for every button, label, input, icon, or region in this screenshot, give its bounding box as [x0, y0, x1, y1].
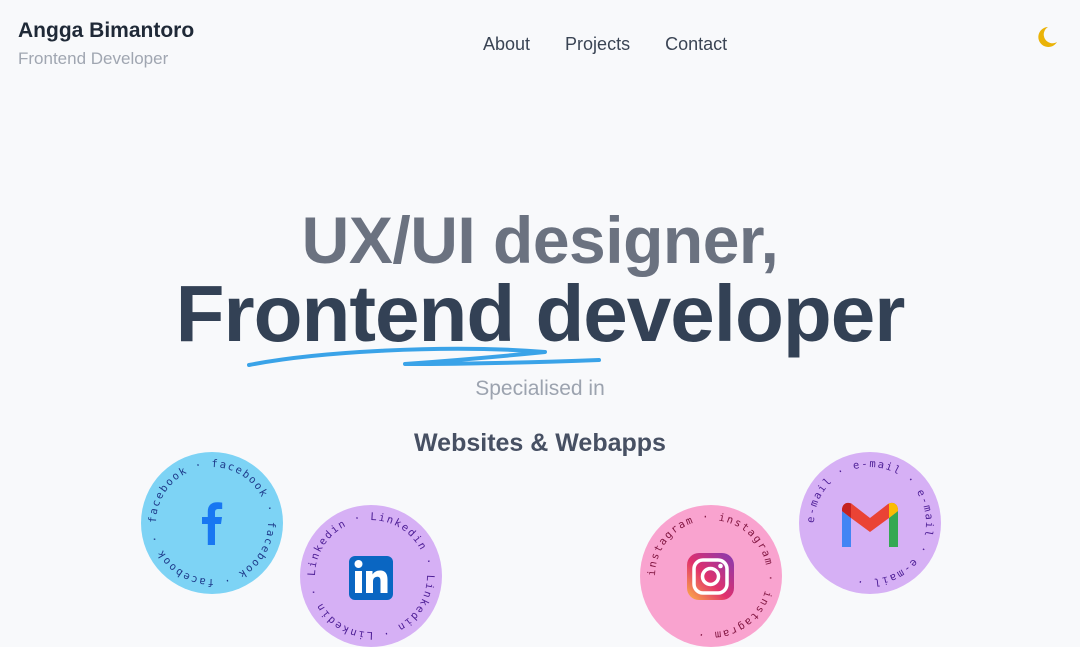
nav-contact[interactable]: Contact: [665, 33, 727, 55]
instagram-icon: [687, 553, 734, 600]
theme-toggle-button[interactable]: [1031, 22, 1061, 52]
specialised-label: Specialised in: [475, 377, 605, 400]
main-nav: About Projects Contact: [483, 33, 727, 55]
linkedin-icon: [349, 556, 393, 600]
underline-squiggle: [247, 346, 601, 367]
brand-role: Frontend Developer: [18, 49, 169, 68]
nav-projects[interactable]: Projects: [565, 33, 630, 55]
brand-name: Angga Bimantoro: [18, 19, 195, 42]
instagram-badge[interactable]: instagram · instagram · instagram ·: [640, 505, 782, 647]
brand: Angga Bimantoro Frontend Developer: [18, 18, 194, 71]
facebook-badge[interactable]: facebook · facebook · facebook · faceboo…: [141, 452, 283, 594]
email-badge[interactable]: e-mail · e-mail · e-mail · e-mail ·: [799, 452, 941, 594]
moon-icon: [1038, 27, 1057, 47]
nav-about[interactable]: About: [483, 33, 530, 55]
linkedin-badge[interactable]: Linkedin · Linkedin · Linkedin · Linkedi…: [300, 505, 442, 647]
